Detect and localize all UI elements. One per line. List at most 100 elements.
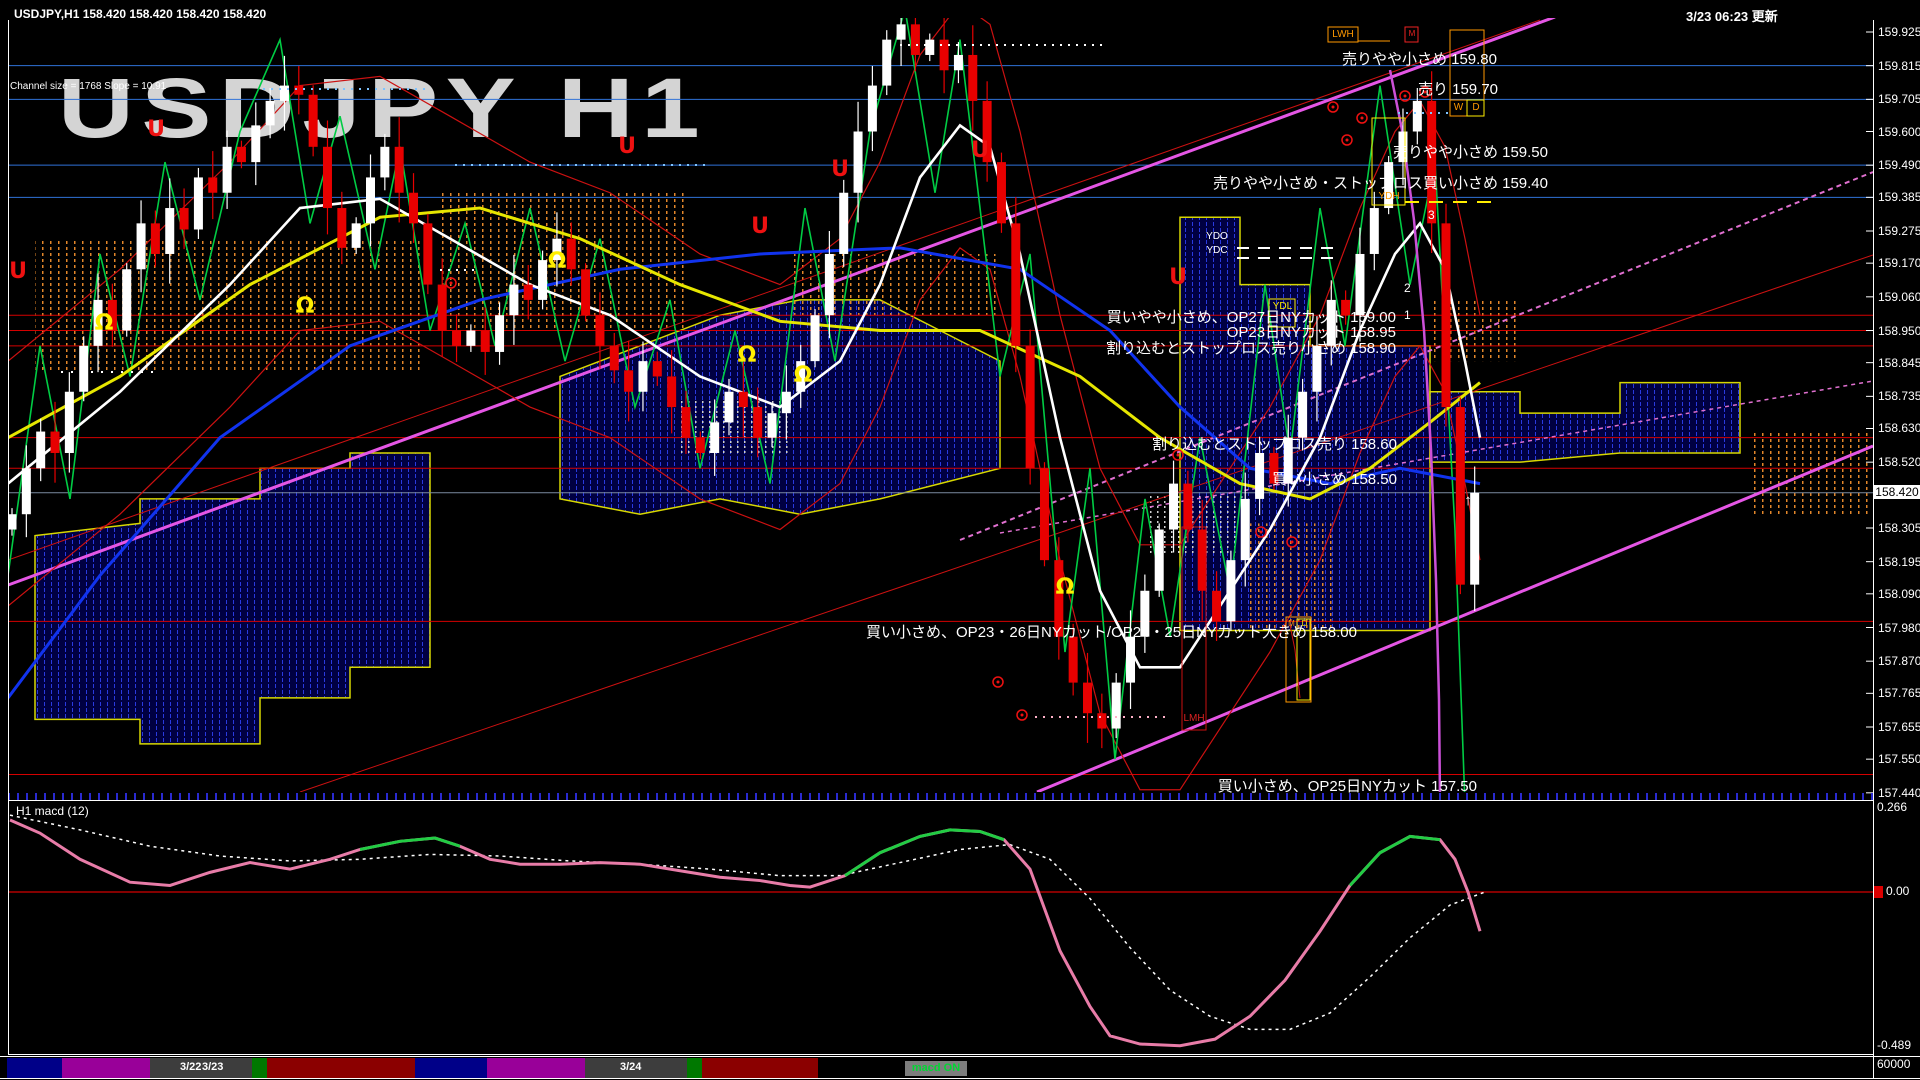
chart-border-left (8, 20, 9, 1055)
sell-signal-icon: U (618, 134, 636, 159)
order-annotation: 買い小さめ 158.50 (1271, 471, 1397, 488)
candle-body (222, 146, 232, 193)
candle-body (1011, 223, 1021, 346)
candle-body (538, 260, 548, 300)
macd-layer (8, 814, 1873, 1048)
macd-axis-min: -0.489 (1877, 1038, 1912, 1052)
sell-signal-icon: U (147, 117, 165, 142)
candle-body (79, 345, 89, 392)
order-annotation: 売りやや小さめ 159.80 (1341, 51, 1497, 68)
macd-main-line (9, 818, 1482, 1048)
price-chart-canvas[interactable]: U U U U U U U Ω Ω Ω Ω Ω Ω ↑ (0, 0, 1920, 1080)
candle-body (1068, 636, 1078, 683)
pivot-label-d2: D (1301, 619, 1308, 628)
wave-count-2: 2 (1404, 281, 1411, 295)
candle-body (1097, 713, 1107, 729)
candle-body (753, 407, 763, 438)
sessionbar-border-bottom (0, 1078, 1920, 1079)
pivot-label-m2: M (1288, 619, 1295, 628)
price-axis-label: 157.655 (1878, 720, 1920, 734)
candle-body (179, 208, 189, 230)
price-axis-label: 158.090 (1878, 586, 1920, 601)
session-segment (252, 1058, 267, 1078)
candle-body (251, 125, 261, 163)
candle-body (150, 223, 160, 254)
pivot-label-d: D (1472, 102, 1480, 113)
session-segment (415, 1058, 487, 1078)
buy-signal-icon: Ω (1056, 575, 1075, 600)
price-axis-label: 159.815 (1878, 58, 1920, 73)
pivot-label-lwh: LWH (1332, 29, 1354, 40)
price-axis-label: 158.735 (1878, 389, 1920, 404)
candle-body (882, 39, 892, 86)
candle-body (337, 208, 347, 248)
candle-body (595, 315, 605, 346)
candle-body (1240, 498, 1250, 561)
order-annotation: 割り込むとストップロス売り 158.60 (1151, 436, 1397, 453)
candle-body (1441, 223, 1451, 408)
candle-body (394, 146, 404, 193)
sell-signal-icon: U (971, 138, 989, 163)
price-axis-label: 157.440 (1878, 785, 1920, 800)
candle-body (351, 223, 361, 248)
macd-indicator-label: H1 macd (12) (16, 804, 89, 818)
candle-body (566, 238, 576, 270)
main-chart-layer: U U U U U U U Ω Ω Ω Ω Ω Ω ↑ (8, 18, 1873, 792)
candle-body (452, 330, 462, 346)
candle-body (380, 146, 390, 178)
macd-signal-line (9, 814, 1486, 1031)
panel-separator-bottom (8, 1054, 1874, 1055)
mt4-chart-window: USDJPY H1 U U U U U U U Ω Ω Ω Ω Ω Ω ↑ USDJPY,H1 158.4… (0, 0, 1920, 1080)
candle-body (50, 431, 60, 453)
macd-main-line-rising (844, 828, 1005, 877)
pivot-label-ydh: YDH (1378, 191, 1400, 202)
candle-body (1197, 529, 1207, 591)
candle-body (1183, 483, 1193, 530)
sessionbar-border-top (0, 1056, 1920, 1057)
candle-body (1039, 468, 1049, 561)
time-axis-ticks[interactable] (8, 793, 1873, 800)
candle-body (64, 391, 74, 453)
candle-body (638, 361, 648, 392)
macd-axis-max: 0.266 (1877, 800, 1908, 814)
candle-body (781, 391, 791, 414)
order-annotation: 売り 159.70 (1417, 81, 1498, 98)
candle-body (624, 370, 634, 392)
panel-separator-top (8, 800, 1874, 801)
candle-body (839, 192, 849, 254)
pivot-label-ydl: YDL (1272, 301, 1293, 312)
candle-body (810, 315, 820, 362)
candle-body (1427, 100, 1437, 224)
candle-body (122, 269, 132, 331)
price-axis-label: 158.520 (1878, 455, 1920, 470)
date-label: 3/22 (180, 1061, 202, 1073)
sell-signal-icon: U (831, 157, 849, 182)
order-annotation: 買い小さめ、OP23・26日NYカット/OP24・25日NYカット大きめ 158… (866, 624, 1357, 641)
candle-body (36, 431, 46, 469)
macd-toggle-button[interactable]: macd ON (905, 1061, 967, 1076)
price-axis-label: 159.925 (1878, 25, 1920, 39)
price-axis-label: 159.170 (1878, 256, 1920, 271)
session-segment (62, 1058, 150, 1078)
candle-body (867, 85, 877, 132)
candle-body (609, 345, 619, 371)
candle-body (294, 85, 304, 95)
macd-main-line-rising (359, 836, 461, 851)
candle-body (193, 177, 203, 230)
candle-body (738, 391, 748, 408)
candle-body (953, 54, 963, 71)
candle-body (322, 146, 332, 209)
candle-body (652, 361, 662, 377)
candle-body (1412, 100, 1422, 132)
candle-body (366, 177, 375, 224)
candle-body (1212, 590, 1222, 622)
price-axis-label: 158.630 (1878, 421, 1920, 436)
candle-body (308, 94, 318, 147)
price-axis-label: 159.600 (1878, 124, 1920, 139)
sell-signal-icon: U (1169, 265, 1187, 290)
symbol-ohlc-title: USDJPY,H1 158.420 158.420 158.420 158.42… (14, 7, 267, 21)
candle-body (681, 407, 691, 438)
session-segment (7, 1058, 62, 1078)
candle-body (824, 253, 834, 316)
buy-signal-icon: Ω (794, 363, 813, 388)
